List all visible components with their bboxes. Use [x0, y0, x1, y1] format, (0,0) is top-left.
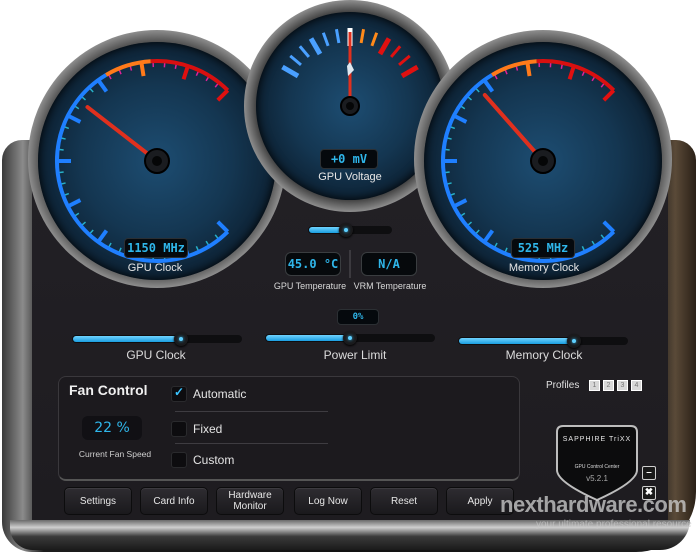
memory-clock-readout: 525 MHz: [511, 238, 575, 258]
dial-tick: [452, 113, 468, 124]
power-limit-slider-fill: [266, 335, 349, 341]
current-fan-speed-readout: 22 %: [82, 416, 142, 440]
current-fan-speed-label: Current Fan Speed: [78, 449, 152, 459]
fan-control-title: Fan Control: [69, 382, 148, 398]
gpu-clock-readout: 1150 MHz: [124, 238, 188, 258]
dial-tick: [359, 28, 366, 44]
dial-tick: [389, 45, 402, 58]
fan-fixed-checkbox[interactable]: [171, 421, 187, 437]
dial-tick: [181, 65, 190, 80]
dial-tick: [216, 220, 230, 234]
sapphire-trixx-logo: SAPPHIRE TriXX GPU Control Center v5.2.1: [555, 422, 639, 502]
gpu-clock-slider-label: GPU Clock: [126, 348, 186, 362]
fan-fixed-label[interactable]: Fixed: [193, 422, 222, 436]
trixx-window: 1150 MHz GPU Clock +0 mV GPU Voltage 525…: [0, 0, 700, 554]
gpu-clock-gauge-label: GPU Clock: [127, 262, 183, 274]
hardware-monitor-label-line2: Monitor: [233, 501, 267, 512]
power-limit-slider[interactable]: [265, 331, 435, 345]
hardware-monitor-button[interactable]: Hardware Monitor: [216, 487, 284, 515]
fan-automatic-label[interactable]: Automatic: [193, 387, 246, 401]
vrm-temperature-label: VRM Temperature: [353, 281, 427, 291]
dial-arc: [55, 73, 230, 263]
app-version: v5.2.1: [586, 474, 608, 483]
profile-2-button[interactable]: 2: [603, 380, 614, 391]
needle-hub-center: [538, 156, 548, 166]
settings-button[interactable]: Settings: [64, 487, 132, 515]
vrm-temperature-readout: N/A: [361, 252, 417, 276]
profile-1-button[interactable]: 1: [589, 380, 600, 391]
gpu-temperature-readout: 45.0 °C: [285, 252, 341, 276]
minimize-button[interactable]: –: [642, 466, 656, 480]
gauge-needle: [85, 105, 159, 163]
dial-tick: [308, 37, 323, 56]
dial-tick: [281, 64, 300, 79]
dial-tick: [321, 32, 330, 47]
fan-option-divider: [175, 443, 328, 444]
logo-subtitle: GPU Control Center: [574, 464, 620, 470]
dial-tick: [482, 229, 495, 244]
profile-3-button[interactable]: 3: [617, 380, 628, 391]
card-info-button[interactable]: Card Info: [140, 487, 208, 515]
gauge-needle: [482, 92, 545, 163]
needle-hub-center: [346, 102, 354, 110]
dial-tick: [66, 198, 82, 209]
dial-arc: [441, 73, 616, 263]
memory-clock-slider-fill: [459, 338, 573, 344]
logo-shield-icon: [556, 425, 638, 502]
logo-brand: SAPPHIRE TriXX: [562, 436, 632, 443]
dial-tick: [66, 113, 82, 124]
watermark-tagline: your ultimate professional resource: [536, 519, 692, 530]
dial-tick: [567, 65, 576, 80]
dial-tick: [602, 88, 616, 102]
dial-tick: [482, 78, 495, 93]
dial-tick: [398, 54, 411, 67]
memory-clock-gauge-label: Memory Clock: [508, 262, 580, 274]
log-now-button[interactable]: Log Now: [294, 487, 362, 515]
power-limit-readout: 0%: [337, 309, 379, 325]
profile-4-button[interactable]: 4: [631, 380, 642, 391]
dial-tick: [377, 37, 392, 56]
dial-tick: [298, 45, 311, 58]
dial-tick: [452, 198, 468, 209]
gpu-clock-slider-fill: [73, 336, 180, 342]
dial-tick: [525, 61, 532, 77]
gpu-clock-slider-handle[interactable]: [173, 332, 188, 346]
hardware-monitor-label-line1: Hardware: [228, 490, 272, 501]
temperature-divider: [349, 250, 351, 278]
gpu-clock-slider[interactable]: [72, 332, 242, 346]
dial-tick: [139, 61, 146, 77]
dial-tick: [370, 32, 379, 47]
gpu-voltage-gauge-label: GPU Voltage: [318, 171, 382, 183]
voltage-slider-handle[interactable]: [338, 223, 353, 237]
fan-custom-checkbox[interactable]: [171, 452, 187, 468]
gpu-temperature-label: GPU Temperature: [273, 281, 347, 291]
dial-tick: [400, 64, 419, 79]
dial-tick: [96, 229, 109, 244]
dial-tick: [96, 78, 109, 93]
reset-button[interactable]: Reset: [370, 487, 438, 515]
gpu-voltage-readout: +0 mV: [320, 149, 378, 169]
memory-clock-slider[interactable]: [458, 334, 628, 348]
dial-tick: [216, 88, 230, 102]
memory-clock-slider-handle[interactable]: [566, 334, 581, 348]
dial-tick: [602, 220, 616, 234]
fan-automatic-checkbox[interactable]: [171, 385, 187, 402]
voltage-slider[interactable]: [308, 223, 392, 237]
power-limit-slider-label: Power Limit: [323, 348, 387, 362]
needle-hub-center: [152, 156, 162, 166]
fan-option-divider: [175, 411, 328, 412]
power-limit-slider-handle[interactable]: [343, 331, 357, 345]
memory-clock-slider-label: Memory Clock: [505, 348, 583, 362]
dial-tick: [334, 28, 341, 44]
dial-tick: [289, 54, 302, 67]
fan-custom-label[interactable]: Custom: [193, 453, 234, 467]
profiles-label: Profiles: [546, 380, 580, 391]
watermark: nexthardware.com: [500, 492, 687, 517]
